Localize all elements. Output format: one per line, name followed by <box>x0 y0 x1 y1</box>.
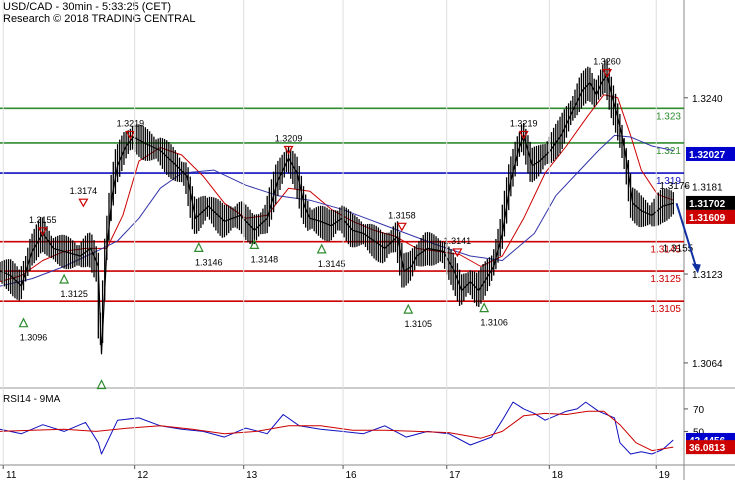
swing-high-marker <box>78 198 89 208</box>
swing-low-marker <box>59 273 70 284</box>
swing-high-label: 1.3260 <box>593 57 621 67</box>
price-y-tick-label: 1.3123 <box>692 270 723 281</box>
swing-low-label: 1.3148 <box>251 254 279 264</box>
swing-high-label: 1.3155 <box>29 215 57 225</box>
x-tick-label: 16 <box>346 470 358 480</box>
swing-high-label: 1.3174 <box>70 186 98 196</box>
rsi-value-box-label: 36.0813 <box>689 443 726 454</box>
swing-low-marker <box>193 242 204 252</box>
price-box-label: 1.31609 <box>689 213 726 224</box>
price-box-label: 1.31702 <box>689 199 726 210</box>
x-tick-label: 11 <box>6 470 17 480</box>
swing-low-marker <box>316 243 327 254</box>
swing-low-marker <box>403 303 414 314</box>
swing-low-label: 1.3125 <box>60 289 88 299</box>
price-y-tick-label: 1.3240 <box>692 94 723 105</box>
swing-low-marker <box>96 379 107 390</box>
rsi-y-tick-label: 70 <box>693 405 705 416</box>
swing-low-label: 1.3096 <box>20 333 48 343</box>
x-tick-label: 18 <box>552 470 564 480</box>
price-y-tick-label: 1.3181 <box>692 183 723 194</box>
rsi-title: RSI14 - 9MA <box>3 394 61 405</box>
swing-high-marker <box>396 222 407 232</box>
swing-low-marker <box>479 302 490 313</box>
level-label: 1.3105 <box>650 304 681 315</box>
swing-low-label: 1.3145 <box>318 259 346 269</box>
chart-root: USD/CAD - 30min - 5:33:25 (CET) Research… <box>0 0 735 480</box>
swing-low-label: 1.3106 <box>480 318 508 328</box>
series-ma-fast <box>0 94 674 283</box>
x-tick-label: 17 <box>449 470 461 480</box>
swing-high-label: 1.3158 <box>388 210 416 220</box>
x-tick-label: 19 <box>659 470 671 480</box>
x-tick-label: 13 <box>246 470 258 480</box>
price-box-label: 1.32027 <box>689 150 726 161</box>
level-note-label: 1.3176 <box>659 181 690 192</box>
swing-low-marker <box>18 317 29 328</box>
swing-high-label: 1.3209 <box>275 133 303 143</box>
level-label: 1.323 <box>656 111 681 122</box>
swing-high-label: 1.3141 <box>444 236 472 246</box>
swing-low-label: 1.3105 <box>404 319 432 329</box>
level-label: 1.3125 <box>650 274 681 285</box>
swing-high-label: 1.3219 <box>510 118 538 128</box>
chart-svg: 1.32401.31811.31231.30641.3231.3211.3191… <box>0 0 735 480</box>
x-tick-label: 12 <box>137 470 149 480</box>
swing-high-label: 1.3219 <box>117 118 145 128</box>
price-y-tick-label: 1.3064 <box>692 359 723 370</box>
price-bars <box>0 59 674 345</box>
swing-low-label: 1.3146 <box>195 257 223 267</box>
